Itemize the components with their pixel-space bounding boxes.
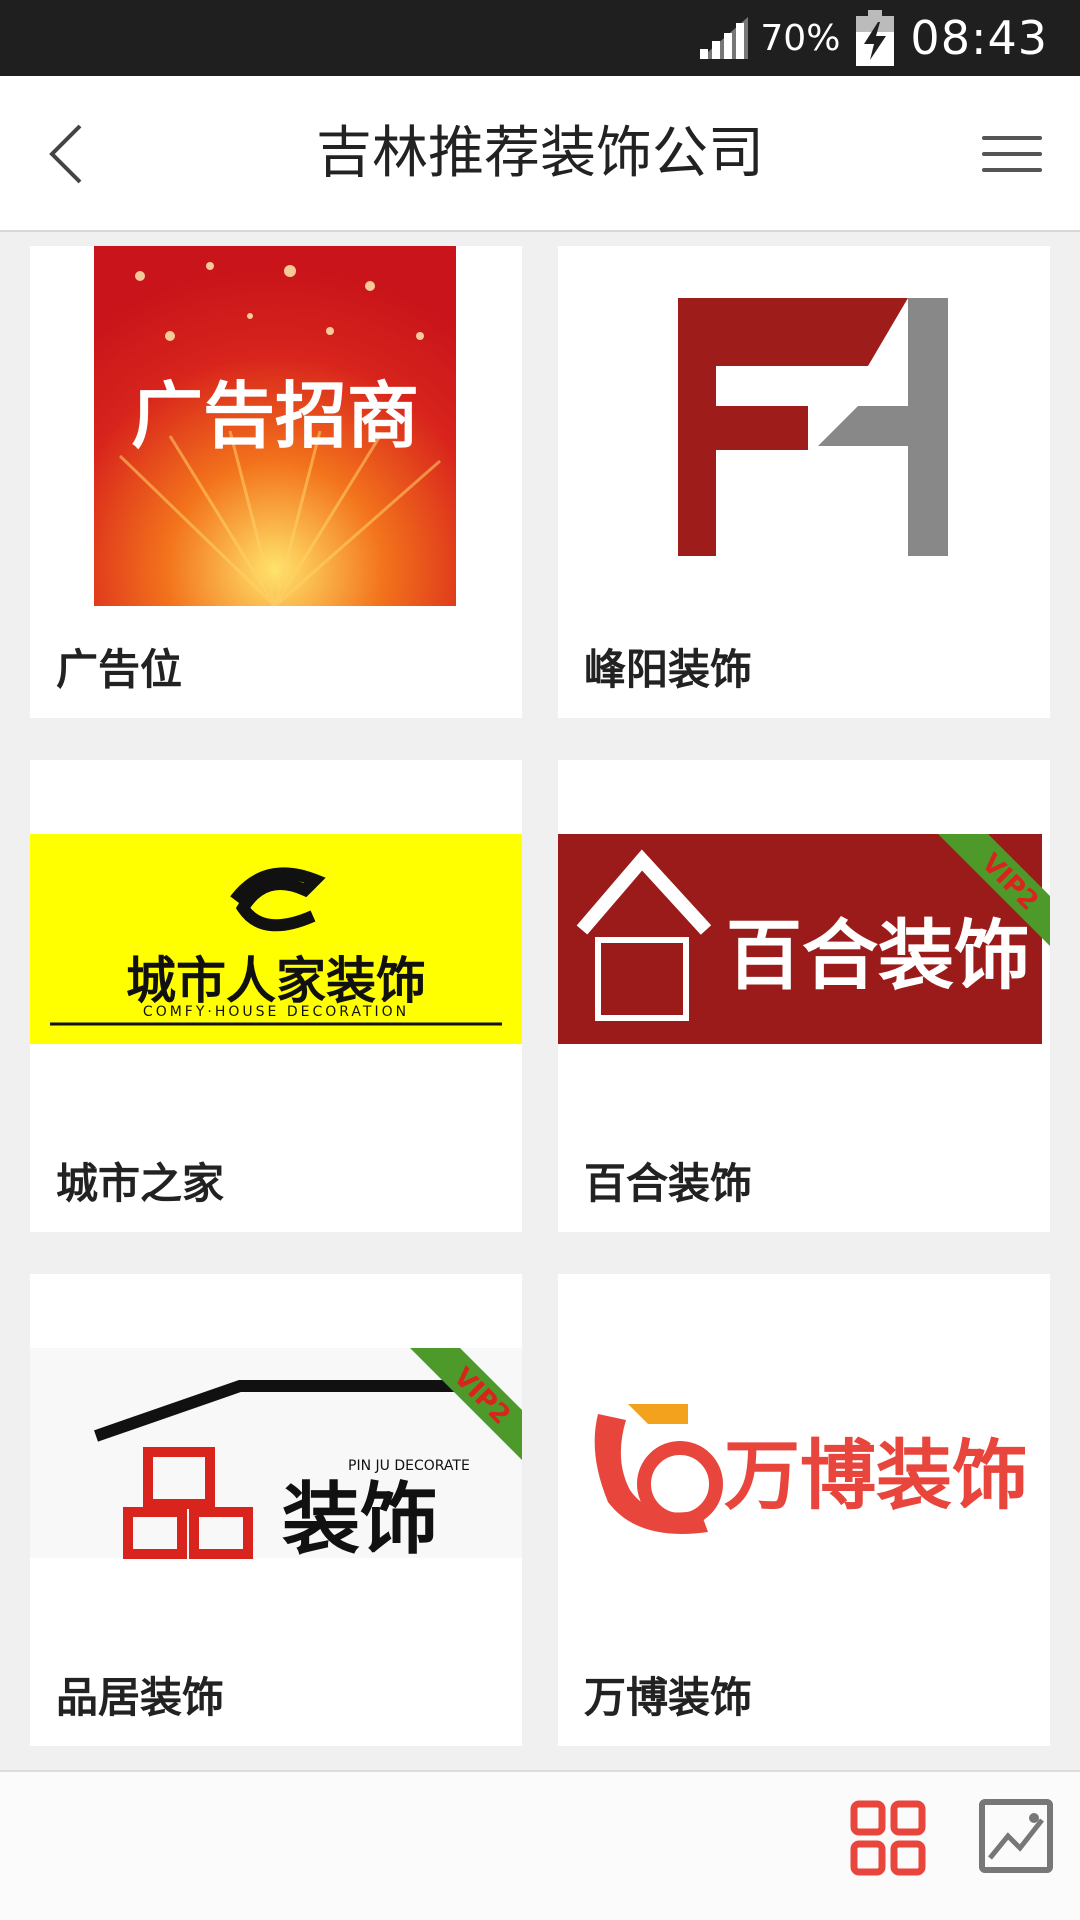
- chengshi-logo-subtext: COMFY·HOUSE DECORATION: [143, 1004, 409, 1020]
- company-card-fengyang[interactable]: 峰阳装饰: [558, 246, 1050, 718]
- hamburger-menu-icon: [982, 136, 1042, 140]
- ad-logo-text: 广告招商: [131, 374, 419, 458]
- company-name: 城市之家: [56, 1159, 225, 1208]
- chengshi-logo-text: 城市人家装饰: [126, 952, 426, 1010]
- pinju-logo-image: 装饰 PIN JU DECORATE VIP2: [30, 1274, 522, 1634]
- menu-button[interactable]: [974, 122, 1050, 186]
- baihe-logo-text: 百合装饰: [726, 911, 1030, 1000]
- battery-percent: 70%: [760, 17, 841, 59]
- signal-icon: [698, 15, 750, 61]
- bottom-toolbar: [0, 1770, 1080, 1920]
- page-title: 吉林推荐装饰公司: [316, 121, 764, 186]
- company-name: 峰阳装饰: [584, 645, 753, 694]
- baihe-logo-image: 百合装饰 VIP2: [558, 760, 1050, 1120]
- clock: 08:43: [910, 11, 1048, 65]
- company-card-wanbo[interactable]: 万博装饰 万博装饰: [558, 1274, 1050, 1746]
- grid-view-button[interactable]: [848, 1798, 928, 1878]
- company-card-baihe[interactable]: 百合装饰 VIP2 百合装饰: [558, 760, 1050, 1232]
- grid-view-icon: [850, 1800, 926, 1876]
- image-view-icon: [979, 1799, 1053, 1873]
- image-view-button[interactable]: [976, 1796, 1056, 1876]
- pinju-logo-subtext: PIN JU DECORATE: [348, 1458, 470, 1474]
- company-name: 广告位: [56, 645, 183, 694]
- ad-logo-image: 广告招商: [30, 246, 522, 606]
- battery-charging-icon: [856, 10, 895, 66]
- company-name: 品居装饰: [56, 1673, 225, 1722]
- app-header: 吉林推荐装饰公司: [0, 76, 1080, 232]
- wanbo-logo-text: 万博装饰: [724, 1431, 1028, 1520]
- company-name: 万博装饰: [584, 1673, 753, 1722]
- chengshi-logo-image: 城市人家装饰 COMFY·HOUSE DECORATION: [30, 760, 522, 1120]
- fengyang-logo-image: [558, 246, 1050, 606]
- company-card-ad[interactable]: 广告招商 广告位: [30, 246, 522, 718]
- status-bar: 70% 08:43: [0, 0, 1080, 76]
- pinju-logo-text: 装饰: [282, 1475, 438, 1565]
- wanbo-logo-image: 万博装饰: [558, 1274, 1050, 1634]
- company-card-pinju[interactable]: 装饰 PIN JU DECORATE VIP2 品居装饰: [30, 1274, 522, 1746]
- company-name: 百合装饰: [584, 1159, 753, 1208]
- company-card-chengshi[interactable]: 城市人家装饰 COMFY·HOUSE DECORATION 城市之家: [30, 760, 522, 1232]
